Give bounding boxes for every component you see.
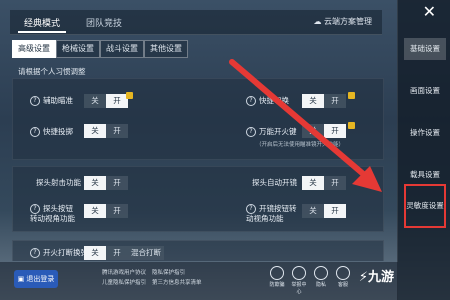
link-privacy-guide[interactable]: 隐私保护指引 bbox=[152, 268, 185, 276]
headset-icon bbox=[336, 266, 350, 280]
bottom-icon-report[interactable]: 举报中心 bbox=[290, 266, 308, 295]
bottom-icon-privacy[interactable]: 隐私 bbox=[312, 266, 330, 288]
watermark-logo: ⚡九游 bbox=[358, 270, 394, 285]
red-arrow-annotation bbox=[229, 59, 382, 192]
bottom-icon-service[interactable]: 客服 bbox=[334, 266, 352, 288]
lock-icon bbox=[314, 266, 328, 280]
shield-icon bbox=[270, 266, 284, 280]
link-child-privacy[interactable]: 儿童隐私保护指引 bbox=[102, 278, 146, 286]
bottom-icon-antifraud[interactable]: 防欺骗 bbox=[268, 266, 286, 288]
report-icon bbox=[292, 266, 306, 280]
logout-label: 退出登录 bbox=[26, 275, 55, 283]
link-user-agreement[interactable]: 腾讯游戏用户协议 bbox=[102, 268, 146, 276]
link-third-party[interactable]: 第三方信息共享清单 bbox=[152, 278, 202, 286]
logout-button[interactable]: ▣ 退出登录 bbox=[14, 270, 58, 288]
chat-icon: ▣ bbox=[17, 275, 25, 283]
logo-icon: ⚡ bbox=[358, 270, 368, 285]
